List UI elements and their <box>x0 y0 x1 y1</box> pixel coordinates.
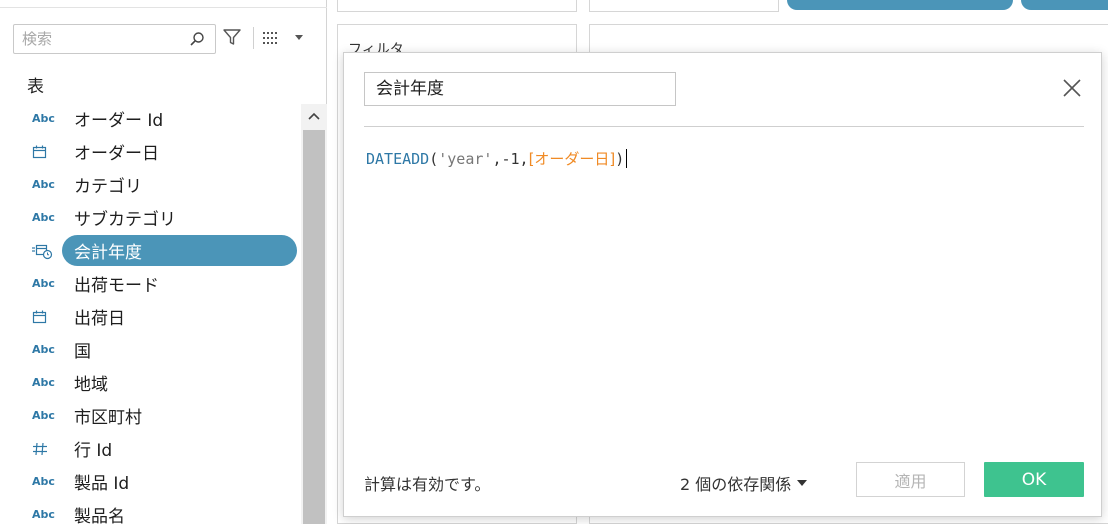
list-view-icon[interactable] <box>262 30 282 46</box>
field-item-row-id[interactable]: 行 Id <box>0 432 300 465</box>
section-title: 表 <box>27 77 44 97</box>
calculation-dialog: 会計年度 DATEADD('year',-1,[オーダー日]) 計算は有効です。… <box>343 52 1102 517</box>
search-icon[interactable] <box>189 31 205 47</box>
formula-comma: , <box>519 150 529 168</box>
data-pane: 表 Abc オーダー Id オーダー日 Abc カテゴリ Abc サブカテゴリ <box>0 0 327 524</box>
calculated-date-icon <box>32 241 66 261</box>
field-label: 出荷日 <box>74 309 125 329</box>
field-item-ship-date[interactable]: 出荷日 <box>0 300 300 333</box>
formula-field-reference: [オーダー日] <box>528 150 616 168</box>
field-item-region[interactable]: Abc 地域 <box>0 366 300 399</box>
formula-paren: ) <box>615 150 625 168</box>
field-label: 会計年度 <box>74 243 142 263</box>
shelf-pill[interactable] <box>1021 0 1108 10</box>
string-type-icon: Abc <box>32 112 55 125</box>
caret-down-icon <box>797 480 808 486</box>
dialog-divider <box>364 126 1084 127</box>
scroll-up-button[interactable] <box>301 104 327 128</box>
field-label: オーダー Id <box>74 111 164 131</box>
field-item-product-id[interactable]: Abc 製品 Id <box>0 465 300 498</box>
string-type-icon: Abc <box>32 376 55 389</box>
close-icon[interactable] <box>1061 77 1083 99</box>
field-label: 行 Id <box>74 441 113 461</box>
dependencies-label: 2 個の依存関係 <box>680 475 792 494</box>
field-label: オーダー日 <box>74 144 159 164</box>
field-item-fiscal-year[interactable]: 会計年度 <box>0 234 300 267</box>
field-item-subcategory[interactable]: Abc サブカテゴリ <box>0 201 300 234</box>
view-dropdown-icon[interactable] <box>295 35 303 40</box>
formula-paren: ( <box>429 150 439 168</box>
text-cursor <box>626 149 628 168</box>
validation-status: 計算は有効です。 <box>364 475 491 494</box>
dependencies-dropdown[interactable]: 2 個の依存関係 <box>680 471 808 495</box>
formula-function: DATEADD <box>366 150 430 168</box>
field-item-ship-mode[interactable]: Abc 出荷モード <box>0 267 300 300</box>
field-item-order-id[interactable]: Abc オーダー Id <box>0 102 300 135</box>
search-input[interactable] <box>14 25 174 53</box>
field-item-category[interactable]: Abc カテゴリ <box>0 168 300 201</box>
field-item-order-date[interactable]: オーダー日 <box>0 135 300 168</box>
formula-editor[interactable]: DATEADD('year',-1,[オーダー日]) <box>366 148 628 169</box>
formula-number-arg: -1 <box>501 150 520 168</box>
chevron-up-icon <box>308 112 320 120</box>
field-label: 地域 <box>74 375 108 395</box>
calculation-name-field[interactable]: 会計年度 <box>364 72 676 106</box>
filter-icon[interactable] <box>222 27 242 47</box>
number-hash-icon <box>32 439 66 459</box>
string-type-icon: Abc <box>32 277 55 290</box>
string-type-icon: Abc <box>32 211 55 224</box>
toolbar-separator <box>253 27 254 49</box>
string-type-icon: Abc <box>32 475 55 488</box>
tableau-workspace: フィルタ 表 Abc オーダー Id <box>0 0 1108 524</box>
shelf-cell <box>589 0 779 12</box>
field-label: 製品名 <box>74 507 125 524</box>
pane-top-strip <box>0 0 327 8</box>
shelf-cell <box>337 0 577 12</box>
field-item-city[interactable]: Abc 市区町村 <box>0 399 300 432</box>
shelf-pill[interactable] <box>787 0 1013 10</box>
field-label: カテゴリ <box>74 177 142 197</box>
calendar-icon <box>32 142 66 162</box>
vertical-scrollbar[interactable] <box>301 104 327 524</box>
field-list: Abc オーダー Id オーダー日 Abc カテゴリ Abc サブカテゴリ 会計… <box>0 102 300 524</box>
string-type-icon: Abc <box>32 409 55 422</box>
field-label: 市区町村 <box>74 408 142 428</box>
field-item-country[interactable]: Abc 国 <box>0 333 300 366</box>
formula-string-arg: 'year' <box>438 150 493 168</box>
calendar-icon <box>32 307 66 327</box>
field-item-product-name[interactable]: Abc 製品名 <box>0 498 300 524</box>
scroll-thumb[interactable] <box>303 130 325 524</box>
field-label: 出荷モード <box>74 276 159 296</box>
search-box[interactable] <box>13 24 216 54</box>
string-type-icon: Abc <box>32 178 55 191</box>
field-label: 国 <box>74 342 91 362</box>
field-label: サブカテゴリ <box>74 210 176 230</box>
string-type-icon: Abc <box>32 343 55 356</box>
ok-button[interactable]: OK <box>984 462 1084 497</box>
apply-button[interactable]: 適用 <box>856 462 965 497</box>
field-label: 製品 Id <box>74 474 130 494</box>
string-type-icon: Abc <box>32 508 55 521</box>
